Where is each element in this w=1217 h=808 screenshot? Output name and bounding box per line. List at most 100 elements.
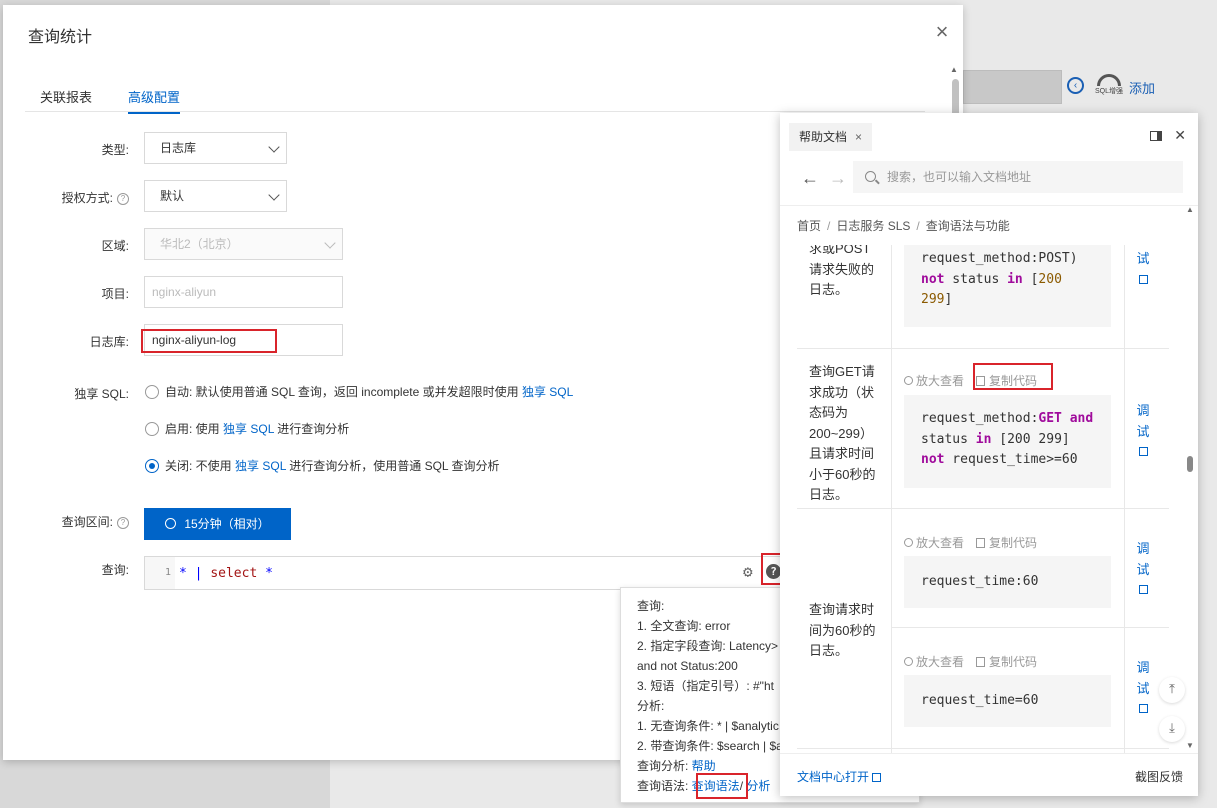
- external-link-icon: [1138, 447, 1148, 456]
- gear-icon[interactable]: ⚙: [743, 564, 759, 580]
- code-tools: 放大查看 复制代码: [904, 534, 1037, 551]
- debug-link[interactable]: 调试: [1135, 401, 1151, 463]
- highlight-box: [141, 329, 277, 353]
- copy-code-button[interactable]: 复制代码: [976, 536, 1037, 550]
- analysis-link[interactable]: 分析: [746, 779, 770, 793]
- line-number: 1: [145, 557, 175, 589]
- region-value: 华北2（北京）: [160, 237, 239, 251]
- table-row: 求或POST 请求失败的 日志。 request_method:POST) not …: [797, 245, 1169, 349]
- breadcrumb-item[interactable]: 日志服务 SLS: [836, 219, 910, 233]
- breadcrumb: 首页 / 日志服务 SLS / 查询语法与功能: [797, 219, 1010, 233]
- add-link[interactable]: 添加: [1129, 78, 1155, 97]
- forward-arrow-icon[interactable]: →: [829, 168, 847, 188]
- exclusive-sql-link[interactable]: 独享 SQL: [522, 385, 573, 399]
- region-select: 华北2（北京）: [144, 228, 343, 260]
- open-in-doc-center-link[interactable]: 文档中心打开: [797, 768, 882, 785]
- code-block: request_time:60: [904, 556, 1111, 608]
- tab-linked-report[interactable]: 关联报表: [40, 87, 92, 112]
- external-link-icon: [1138, 585, 1148, 594]
- zoom-button[interactable]: 放大查看: [904, 374, 964, 388]
- query-label: 查询:: [101, 563, 129, 577]
- help-icon[interactable]: ?: [117, 516, 129, 529]
- close-icon[interactable]: ×: [932, 21, 952, 43]
- close-icon[interactable]: ×: [855, 130, 862, 144]
- scroll-down-icon[interactable]: ▼: [1186, 741, 1194, 750]
- exclusive-sql-link[interactable]: 独享 SQL: [235, 459, 286, 473]
- highlight-box: [696, 773, 748, 799]
- auth-select[interactable]: 默认: [144, 180, 287, 212]
- query-editor[interactable]: 1 * | select * ⚙ ?: [144, 556, 784, 590]
- breadcrumb-item[interactable]: 查询语法与功能: [926, 219, 1010, 233]
- copy-code-button[interactable]: 复制代码: [976, 655, 1037, 669]
- radio-disable[interactable]: 关闭: 不使用 独享 SQL 进行查询分析，使用普通 SQL 查询分析: [145, 457, 500, 475]
- radio-button[interactable]: [145, 421, 159, 436]
- radio-auto[interactable]: 自动: 默认使用普通 SQL 查询，返回 incomplete 或并发超限时使用…: [145, 383, 573, 401]
- sql-enhance-icon[interactable]: SQL增强: [1094, 74, 1124, 100]
- scroll-thumb[interactable]: [952, 79, 959, 117]
- clock-icon[interactable]: ‹: [1067, 77, 1084, 94]
- clock-icon: [165, 518, 177, 530]
- external-link-icon: [872, 773, 882, 783]
- panel-controls: ✕: [1150, 127, 1186, 144]
- debug-link[interactable]: 试: [1135, 249, 1151, 290]
- row-description: 查询GET请 求成功（状 态码为 200~299） 且请求时间 小于60秒的 日志。: [809, 364, 876, 502]
- background-input: [963, 70, 1062, 104]
- chevron-down-icon: [268, 189, 280, 201]
- row-description: 求或POST 请求失败的 日志。: [809, 245, 875, 297]
- type-value: 日志库: [160, 141, 197, 155]
- sub-row-divider: [891, 627, 1169, 628]
- type-label: 类型:: [101, 143, 129, 157]
- close-icon[interactable]: ✕: [1174, 127, 1186, 143]
- back-arrow-icon[interactable]: ←: [801, 168, 819, 188]
- chevron-down-icon: [324, 237, 336, 249]
- search-icon: [865, 171, 876, 182]
- help-panel-footer: 文档中心打开 截图反馈: [780, 753, 1198, 796]
- time-range-button[interactable]: 15分钟（相对）: [144, 508, 291, 540]
- radio-enable[interactable]: 启用: 使用 独享 SQL 进行查询分析: [145, 420, 349, 438]
- debug-link[interactable]: 调试: [1135, 539, 1151, 601]
- doc-search-input[interactable]: 搜索，也可以输入文档地址: [853, 161, 1183, 193]
- dialog-tabs: 关联报表 高级配置: [25, 83, 925, 114]
- radio-button[interactable]: [145, 384, 159, 399]
- code-tools: 放大查看 复制代码: [904, 653, 1037, 670]
- debug-link[interactable]: 调试: [1135, 658, 1151, 720]
- exclusive-sql-label: 独享 SQL:: [74, 387, 129, 401]
- scroll-to-bottom-icon[interactable]: ⤓: [1159, 716, 1185, 742]
- external-link-icon: [1138, 704, 1148, 713]
- scroll-thumb[interactable]: [1187, 456, 1193, 472]
- divider: [780, 205, 1198, 206]
- logstore-label: 日志库:: [89, 335, 129, 349]
- help-icon[interactable]: ?: [117, 192, 129, 205]
- breadcrumb-item[interactable]: 首页: [797, 219, 821, 233]
- exclusive-sql-link[interactable]: 独享 SQL: [223, 422, 274, 436]
- project-label: 项目:: [101, 287, 129, 301]
- zoom-button[interactable]: 放大查看: [904, 536, 964, 550]
- tab-advanced-config[interactable]: 高级配置: [128, 87, 181, 114]
- table-row: 查询请求时 间为60秒的 日志。 放大查看 复制代码 request_time:60 …: [797, 509, 1169, 749]
- help-docs-tab[interactable]: 帮助文档 ×: [789, 123, 873, 151]
- scroll-up-icon[interactable]: ▲: [950, 65, 958, 74]
- code-block: request_method:POST) not status in [200 …: [904, 245, 1111, 327]
- help-link[interactable]: 帮助: [692, 759, 716, 773]
- scroll-up-icon[interactable]: ▲: [1186, 205, 1194, 214]
- dialog-title: 查询统计: [28, 29, 93, 46]
- screenshot-feedback-button[interactable]: 截图反馈: [1135, 768, 1183, 785]
- back-to-top-icon[interactable]: ⤒: [1159, 677, 1185, 703]
- zoom-icon: [904, 376, 913, 386]
- auth-label: 授权方式:?: [9, 189, 129, 206]
- type-select[interactable]: 日志库: [144, 132, 287, 164]
- doc-scrollbar[interactable]: ▲ ▼: [1184, 205, 1196, 750]
- chevron-down-icon: [268, 141, 280, 153]
- radio-button-checked[interactable]: [145, 458, 159, 473]
- project-input: nginx-aliyun: [144, 276, 343, 308]
- zoom-icon: [904, 657, 913, 667]
- help-docs-panel: 帮助文档 × ✕ ← → 搜索，也可以输入文档地址 首页 / 日志服务 SLS / 查询语法…: [780, 113, 1198, 796]
- highlight-box: [973, 363, 1053, 390]
- code-block: request_time=60: [904, 675, 1111, 727]
- zoom-icon: [904, 538, 913, 548]
- dock-icon[interactable]: [1150, 131, 1163, 142]
- query-code[interactable]: * | select *: [179, 557, 273, 591]
- row-description: 查询请求时 间为60秒的 日志。: [809, 602, 876, 658]
- copy-icon: [976, 537, 986, 548]
- zoom-button[interactable]: 放大查看: [904, 655, 964, 669]
